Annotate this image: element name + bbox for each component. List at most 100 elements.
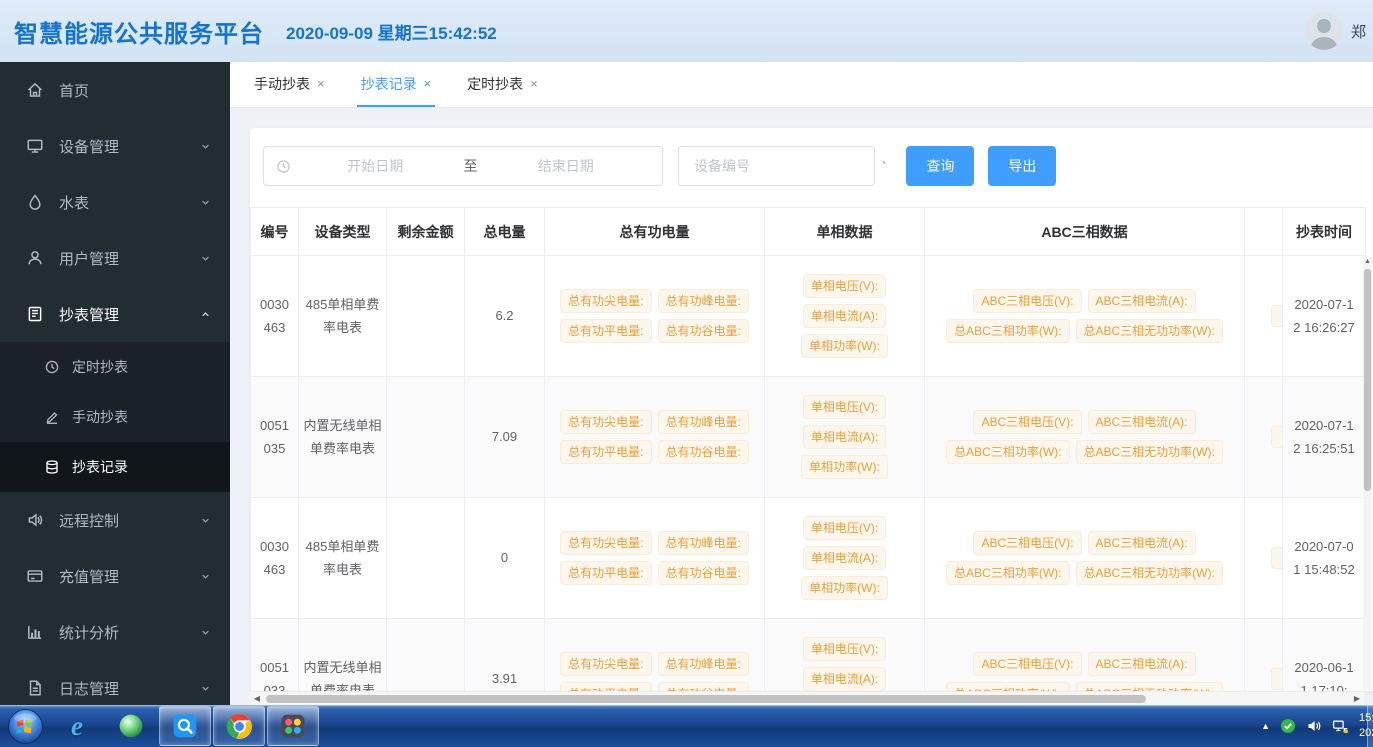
sidebar-item-label: 定时抄表 [72,357,128,377]
system-tray: ▲ 15:42 2020/9/9 [1261,705,1373,747]
sidebar-item-device-management[interactable]: 设备管理 [0,118,230,174]
cell-device-type: 485单相单费率电表 [299,256,387,377]
tab-reading-records[interactable]: 抄表记录 × [357,62,436,107]
horizontal-scroll-track[interactable] [264,692,1350,706]
sidebar-item-log-management[interactable]: 日志管理 [0,660,230,705]
cell-clipped [1245,377,1283,498]
sidebar-item-scheduled-reading[interactable]: 定时抄表 [0,342,230,392]
scroll-up-arrow-icon[interactable]: ▲ [1363,257,1372,267]
taskbar-chrome-button[interactable] [213,706,265,746]
col-total-active: 总有功电量 [545,208,765,256]
sidebar-item-meter-reading-management[interactable]: 抄表管理 [0,286,230,342]
sidebar-item-user-management[interactable]: 用户管理 [0,230,230,286]
scroll-right-arrow-icon[interactable]: ▶ [1350,692,1364,706]
start-button[interactable] [0,705,50,747]
close-icon[interactable]: × [317,76,325,91]
sidebar-item-label: 手动抄表 [72,407,128,427]
user-area: 郑 [1305,12,1373,50]
volume-icon[interactable] [1306,718,1322,734]
cell-total-energy: 3.91 [465,619,545,692]
col-abc-three-phase: ABC三相数据 [925,208,1245,256]
end-date-input[interactable]: 结束日期 [482,156,651,176]
sidebar-item-label: 抄表管理 [59,304,199,325]
close-icon[interactable]: × [530,76,538,91]
tag-peak-energy: 总有功峰电量: [658,410,749,434]
cell-single-phase-tags: 单相电压(V): 单相电流(A): 单相功率(W): [765,377,925,498]
taskbar-ie-button[interactable]: e [51,706,103,746]
username[interactable]: 郑 [1351,21,1373,42]
tag-abc-voltage: ABC三相电压(V): [973,289,1081,313]
show-desktop-button[interactable] [1367,705,1373,747]
tag-abc-reactive-power: 总ABC三相无功功率(W): [1076,561,1223,585]
main-area: 手动抄表 × 抄表记录 × 定时抄表 × [230,62,1373,705]
cell-read-time: 2020-07-12 16:25:51 [1283,377,1366,498]
sidebar-item-label: 充值管理 [59,566,199,587]
tag-abc-voltage: ABC三相电压(V): [973,410,1081,434]
sidebar-item-label: 日志管理 [59,678,199,699]
bar-chart-icon [26,623,44,641]
tray-expand-arrow-icon[interactable]: ▲ [1261,721,1270,731]
cell-device-type: 内置无线单相单费率电表 [299,619,387,692]
network-icon[interactable] [1332,718,1349,735]
cell-total-active-tags: 总有功尖电量:总有功峰电量:总有功平电量:总有功谷电量: [545,619,765,692]
chevron-down-icon [199,626,212,639]
start-date-input[interactable]: 开始日期 [291,156,460,176]
scroll-left-arrow-icon[interactable]: ◀ [250,692,264,706]
sidebar-item-water-meter[interactable]: 水表 [0,174,230,230]
cell-single-phase-tags: 单相电压(V): 单相电流(A): 单相功率(W): [765,498,925,619]
horizontal-scroll-thumb[interactable] [266,695,1146,703]
tab-manual-reading[interactable]: 手动抄表 × [250,62,329,107]
table-header-row: 编号 设备类型 剩余金额 总电量 总有功电量 单相数据 ABC三相数据 抄表时间 [251,208,1366,256]
chevron-up-icon [199,308,212,321]
sidebar-item-label: 远程控制 [59,510,199,531]
cell-abc-tags: ABC三相电压(V):ABC三相电流(A):总ABC三相功率(W):总ABC三相… [925,619,1245,692]
tag-sharp-energy: 总有功尖电量: [560,652,651,676]
sidebar-item-manual-reading[interactable]: 手动抄表 [0,392,230,442]
taskbar-blue-app-button[interactable] [159,706,211,746]
chevron-down-icon [199,570,212,583]
cell-read-time: 2020-07-12 16:26:27 [1283,256,1366,377]
device-id-input[interactable] [678,146,875,186]
clipped-tag [1271,426,1283,448]
sidebar-item-reading-records[interactable]: 抄表记录 [0,442,230,492]
cell-device-id: 0051033 [251,619,299,692]
avatar[interactable] [1305,12,1343,50]
table-row: 0030463 485单相单费率电表 6.2 总有功尖电量:总有功峰电量:总有功… [251,256,1366,377]
ie-icon: e [71,713,83,740]
windows-orb-icon [7,708,44,745]
cell-total-active-tags: 总有功尖电量:总有功峰电量:总有功平电量:总有功谷电量: [545,498,765,619]
sidebar-item-remote-control[interactable]: 远程控制 [0,492,230,548]
sidebar-item-recharge-management[interactable]: 充值管理 [0,548,230,604]
avatar-photo [1305,12,1343,50]
tag-single-current: 单相电流(A): [803,667,886,691]
tab-scheduled-reading[interactable]: 定时抄表 × [463,62,542,107]
tag-abc-voltage: ABC三相电压(V): [973,652,1081,676]
tag-single-current: 单相电流(A): [803,304,886,328]
col-total-energy: 总电量 [465,208,545,256]
taskbar-colorful-app-button[interactable] [267,706,319,746]
tag-valley-energy: 总有功谷电量: [658,561,749,585]
export-button[interactable]: 导出 [988,146,1056,186]
records-table: 编号 设备类型 剩余金额 总电量 总有功电量 单相数据 ABC三相数据 抄表时间 [250,207,1373,691]
cell-total-active-tags: 总有功尖电量:总有功峰电量:总有功平电量:总有功谷电量: [545,377,765,498]
cell-device-type: 内置无线单相单费率电表 [299,377,387,498]
tag-sharp-energy: 总有功尖电量: [560,410,651,434]
sidebar-item-statistics[interactable]: 统计分析 [0,604,230,660]
query-button[interactable]: 查询 [906,146,974,186]
sidebar-item-home[interactable]: 首页 [0,62,230,118]
tray-green-shield-icon[interactable] [1280,718,1296,734]
tag-abc-current: ABC三相电流(A): [1088,410,1196,434]
sidebar-item-label: 水表 [59,192,199,213]
taskbar-green-app-button[interactable] [105,706,157,746]
close-icon[interactable]: × [424,76,432,91]
tag-single-power: 单相功率(W): [801,334,888,358]
date-range-picker[interactable]: 开始日期 至 结束日期 [263,146,663,186]
cell-read-time: 2020-07-01 15:48:52 [1283,498,1366,619]
cell-clipped [1245,498,1283,619]
vertical-scroll-thumb[interactable] [1364,269,1371,491]
tag-abc-power: 总ABC三相功率(W): [946,561,1069,585]
tag-abc-reactive-power: 总ABC三相无功功率(W): [1076,440,1223,464]
vertical-scrollbar[interactable]: ▲ [1363,257,1372,690]
horizontal-scrollbar[interactable]: ◀ ▶ [250,691,1364,705]
tab-label: 定时抄表 [467,74,523,94]
